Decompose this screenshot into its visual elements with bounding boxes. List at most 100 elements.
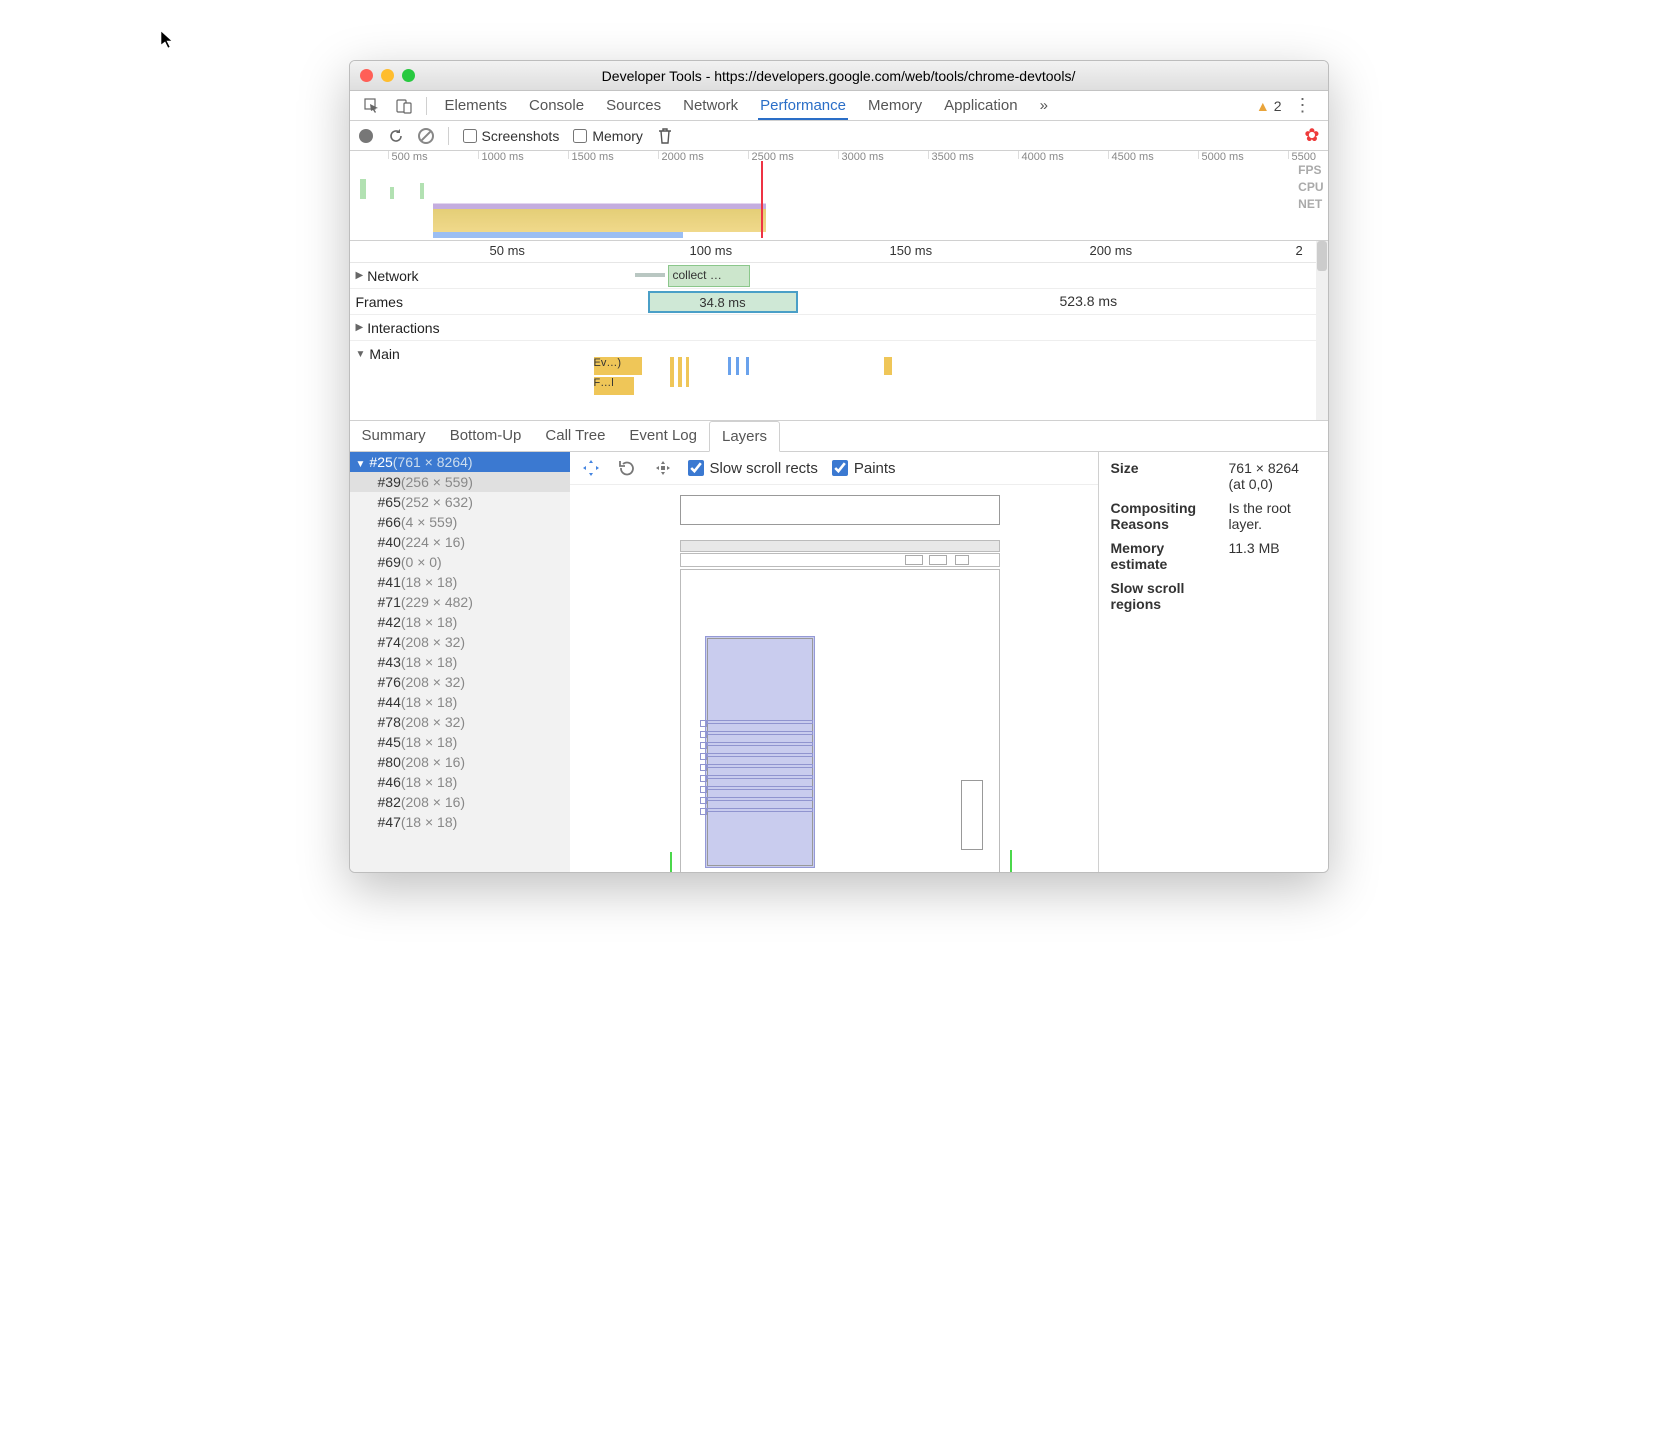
track-network[interactable]: Network collect …	[350, 263, 1328, 289]
flame-chart[interactable]: 50 ms 100 ms 150 ms 200 ms 2 Network col…	[350, 241, 1328, 421]
layer-tree-item[interactable]: #43(18 × 18)	[350, 652, 570, 672]
ruler-tick: 2	[1296, 243, 1303, 258]
overview-tick: 4500 ms	[1108, 151, 1154, 159]
flame-bars[interactable]: Ev…) F…l	[470, 357, 1328, 412]
layer-tree-item[interactable]: #47(18 × 18)	[350, 812, 570, 832]
window-titlebar[interactable]: Developer Tools - https://developers.goo…	[350, 61, 1328, 91]
layer-id: #25	[369, 454, 392, 470]
paints-label: Paints	[854, 460, 896, 477]
overview-tick: 5500	[1288, 151, 1316, 159]
tab-console[interactable]: Console	[527, 93, 586, 119]
minimize-icon[interactable]	[381, 69, 394, 82]
flame-bar[interactable]	[670, 357, 674, 387]
layer-tree-item[interactable]: #78(208 × 32)	[350, 712, 570, 732]
flame-scrollbar[interactable]	[1316, 241, 1328, 420]
layer-id: #82	[378, 794, 401, 810]
track-frames[interactable]: Frames 34.8 ms 523.8 ms	[350, 289, 1328, 315]
record-button[interactable]	[358, 128, 374, 144]
memory-toggle[interactable]: Memory	[573, 128, 643, 144]
layer-tree-item[interactable]: #65(252 × 632)	[350, 492, 570, 512]
flame-bar[interactable]	[686, 357, 689, 387]
layer-dims: (18 × 18)	[401, 614, 457, 630]
layer-tree-item[interactable]: #74(208 × 32)	[350, 632, 570, 652]
layer-tree-item[interactable]: #71(229 × 482)	[350, 592, 570, 612]
tab-sources[interactable]: Sources	[604, 93, 663, 119]
flame-bar[interactable]	[884, 357, 892, 375]
detail-tab-bottomup[interactable]: Bottom-Up	[438, 421, 534, 451]
separator	[448, 127, 449, 145]
detail-tab-layers[interactable]: Layers	[709, 421, 780, 452]
ruler-tick: 200 ms	[1090, 243, 1133, 258]
overview-tick: 4000 ms	[1018, 151, 1064, 159]
layer-dims: (18 × 18)	[401, 734, 457, 750]
layer-tree-item[interactable]: #41(18 × 18)	[350, 572, 570, 592]
overview-tick: 2500 ms	[748, 151, 794, 159]
detail-tab-eventlog[interactable]: Event Log	[617, 421, 709, 451]
prop-memory: Memory estimate 11.3 MB	[1111, 540, 1316, 572]
layer-tree[interactable]: ▼ #25(761 × 8264) #39(256 × 559)#65(252 …	[350, 452, 570, 872]
detail-tab-summary[interactable]: Summary	[350, 421, 438, 451]
paints-toggle[interactable]: Paints	[832, 460, 896, 477]
tab-network[interactable]: Network	[681, 93, 740, 119]
frame-entry[interactable]: 34.8 ms	[648, 291, 798, 313]
track-label-interactions[interactable]: Interactions	[350, 320, 470, 336]
warning-count: 2	[1274, 98, 1282, 114]
detail-tab-calltree[interactable]: Call Tree	[533, 421, 617, 451]
track-interactions[interactable]: Interactions	[350, 315, 1328, 341]
flame-bar[interactable]	[736, 357, 739, 375]
screenshots-checkbox[interactable]	[463, 129, 477, 143]
track-label-network[interactable]: Network	[350, 268, 470, 284]
network-entry[interactable]: collect …	[668, 265, 750, 287]
flame-bar[interactable]: F…l	[594, 377, 634, 395]
layer-tree-item[interactable]: #40(224 × 16)	[350, 532, 570, 552]
memory-checkbox[interactable]	[573, 129, 587, 143]
track-label-main[interactable]: Main	[350, 346, 470, 362]
layer-tree-root[interactable]: ▼ #25(761 × 8264)	[350, 452, 570, 472]
warning-badge[interactable]: ▲ 2	[1256, 98, 1282, 114]
screenshots-toggle[interactable]: Screenshots	[463, 128, 560, 144]
timeline-overview[interactable]: 500 ms 1000 ms 1500 ms 2000 ms 2500 ms 3…	[350, 151, 1328, 241]
clear-button[interactable]	[418, 128, 434, 144]
reload-record-button[interactable]	[388, 128, 404, 144]
layer-tree-item[interactable]: #66(4 × 559)	[350, 512, 570, 532]
tab-application[interactable]: Application	[942, 93, 1019, 119]
zoom-icon[interactable]	[402, 69, 415, 82]
more-menu-icon[interactable]: ⋮	[1286, 95, 1320, 116]
layer-tree-item[interactable]: #45(18 × 18)	[350, 732, 570, 752]
traffic-lights	[360, 69, 415, 82]
layer-tree-item[interactable]: #80(208 × 16)	[350, 752, 570, 772]
flame-bar[interactable]	[728, 357, 731, 375]
layer-id: #78	[378, 714, 401, 730]
settings-icon[interactable]: ✿	[1304, 125, 1319, 146]
flame-bar[interactable]	[746, 357, 749, 375]
tab-performance[interactable]: Performance	[758, 93, 848, 120]
paints-checkbox[interactable]	[832, 460, 848, 476]
inspect-element-icon[interactable]	[358, 98, 386, 114]
pan-icon[interactable]	[580, 458, 602, 478]
layers-panel: ▼ #25(761 × 8264) #39(256 × 559)#65(252 …	[350, 452, 1328, 872]
layer-tree-item[interactable]: #39(256 × 559)	[350, 472, 570, 492]
layer-dims: (208 × 16)	[401, 754, 465, 770]
gc-button[interactable]	[657, 128, 673, 144]
layer-tree-item[interactable]: #69(0 × 0)	[350, 552, 570, 572]
toggle-device-icon[interactable]	[390, 98, 418, 114]
layer-tree-item[interactable]: #76(208 × 32)	[350, 672, 570, 692]
layer-tree-item[interactable]: #42(18 × 18)	[350, 612, 570, 632]
tab-elements[interactable]: Elements	[443, 93, 510, 119]
slow-scroll-checkbox[interactable]	[688, 460, 704, 476]
layer-tree-item[interactable]: #82(208 × 16)	[350, 792, 570, 812]
wire-page	[680, 540, 1000, 872]
flame-bar[interactable]: Ev…)	[594, 357, 642, 375]
close-icon[interactable]	[360, 69, 373, 82]
tab-overflow[interactable]: »	[1038, 93, 1050, 119]
ruler-tick: 100 ms	[690, 243, 733, 258]
layer-canvas[interactable]	[570, 484, 1098, 872]
rotate-icon[interactable]	[616, 458, 638, 478]
slow-scroll-toggle[interactable]: Slow scroll rects	[688, 460, 818, 477]
layer-tree-item[interactable]: #46(18 × 18)	[350, 772, 570, 792]
reset-view-icon[interactable]	[652, 458, 674, 478]
flame-bar[interactable]	[678, 357, 682, 387]
tab-memory[interactable]: Memory	[866, 93, 924, 119]
warning-icon: ▲	[1256, 98, 1270, 114]
layer-tree-item[interactable]: #44(18 × 18)	[350, 692, 570, 712]
